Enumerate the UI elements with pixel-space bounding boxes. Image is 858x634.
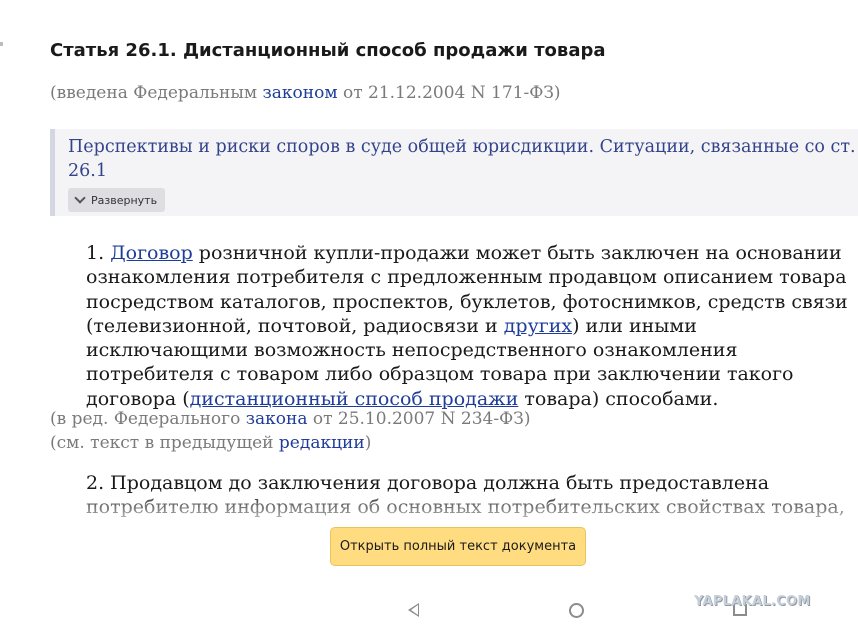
intro-text-after: от 21.12.2004 N 171-ФЗ) [337,83,561,103]
edition-law-link[interactable]: закона [246,409,308,429]
edition-note-1: (в ред. Федерального закона от 25.10.200… [50,409,530,429]
contract-link[interactable]: Договор [110,242,193,264]
intro-text-before: (введена Федеральным [50,83,263,103]
open-full-text-button[interactable]: Открыть полный текст документа [330,527,586,566]
paragraph-1-text-a: розничной купли-продажи может быть заклю… [86,242,848,337]
paragraph-1-text-c: товара) способами. [518,387,719,410]
practice-note: Перспективы и риски споров в суде общей … [50,129,858,216]
paragraph-1-number: 1. [86,242,105,264]
intro-law-link[interactable]: законом [263,83,338,103]
edition-note-2: (см. текст в предыдущей редакции) [50,433,371,453]
remote-sale-link[interactable]: дистанционный способ продажи [190,388,519,410]
previous-edition-link[interactable]: редакции [279,433,365,453]
edition-note-1-before: (в ред. Федерального [50,409,246,429]
back-icon[interactable] [408,603,419,617]
article-title: Статья 26.1. Дистанционный способ продаж… [50,40,606,61]
edition-note-2-before: (см. текст в предыдущей [50,433,279,453]
edition-note-2-after: ) [364,433,372,453]
chevron-down-icon [74,192,86,204]
paragraph-1: 1. Договор розничной купли-продажи может… [50,241,858,411]
others-link[interactable]: других [504,315,572,337]
home-icon[interactable] [569,603,584,618]
expand-button[interactable]: Развернуть [68,188,166,212]
edge-marker [0,42,3,46]
paragraph-1-body: 1. Договор розничной купли-продажи может… [50,241,858,411]
practice-note-text[interactable]: Перспективы и риски споров в суде общей … [68,135,858,183]
expand-label: Развернуть [91,193,158,207]
content-fade [0,490,858,530]
watermark-logo: YAPLAKAL.COM [694,594,811,609]
edition-note-1-after: от 25.10.2007 N 234-ФЗ) [307,409,531,429]
article-intro: (введена Федеральным законом от 21.12.20… [50,83,561,103]
